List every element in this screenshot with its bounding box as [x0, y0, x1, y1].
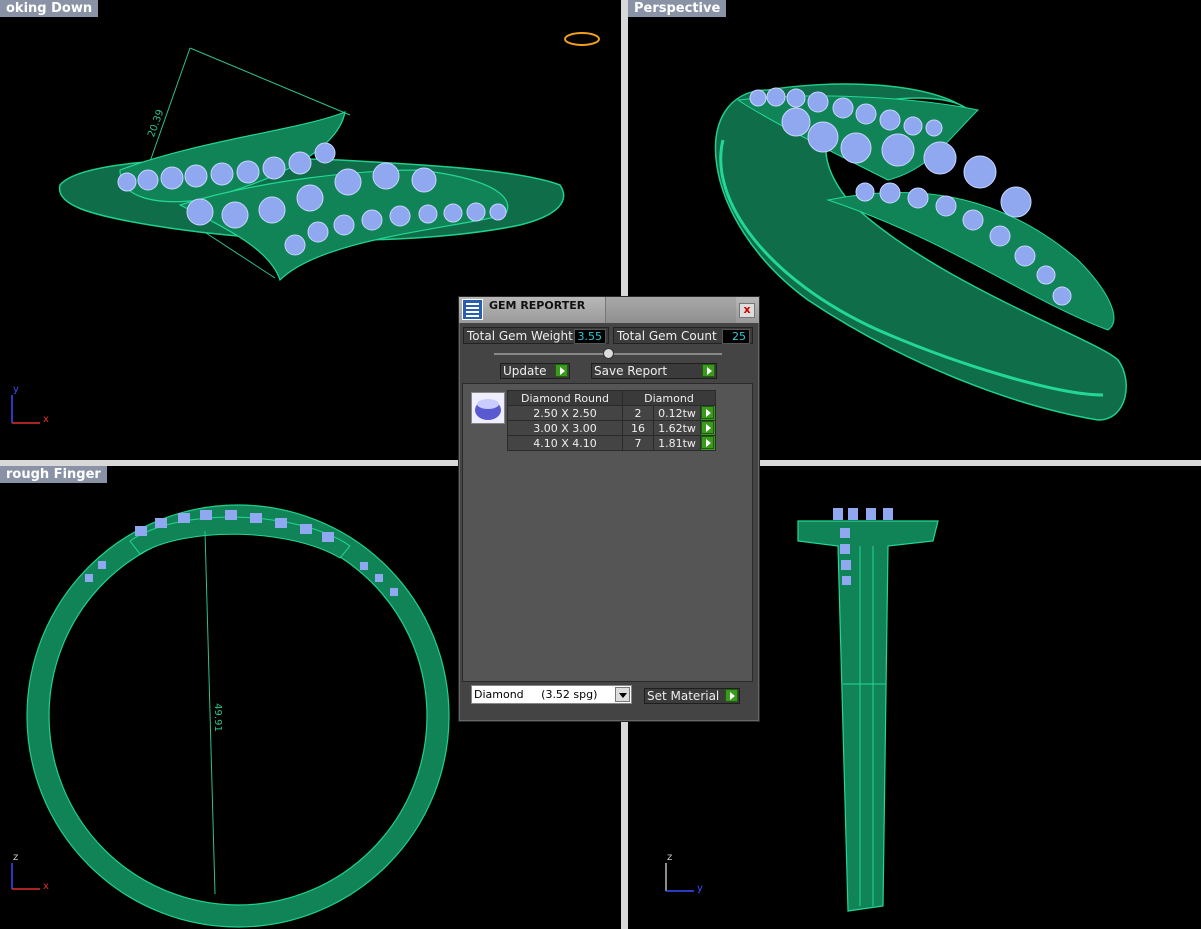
update-label: Update [503, 364, 547, 378]
slider-handle[interactable] [603, 348, 614, 359]
arrow-right-icon [701, 436, 714, 449]
gem-count: 16 [622, 420, 654, 436]
dropdown-icon[interactable] [615, 687, 630, 702]
total-gem-count-field: Total Gem Count 25 [613, 327, 753, 344]
row-select-button[interactable] [700, 420, 716, 436]
gem-count: 2 [622, 405, 654, 421]
table-row[interactable]: 3.00 X 3.00 16 1.62tw [507, 420, 716, 436]
table-row[interactable]: 2.50 X 2.50 2 0.12tw [507, 405, 716, 421]
gem-reporter-window: GEM REPORTER x Total Gem Weight 3.55 Tot… [458, 296, 760, 722]
close-icon[interactable]: x [739, 303, 755, 318]
arrow-right-icon [702, 364, 715, 377]
set-material-button[interactable]: Set Material [644, 688, 740, 704]
gem-weight: 1.62tw [653, 420, 701, 436]
gem-size: 4.10 X 4.10 [507, 435, 623, 451]
gem-table: Diamond Round Diamond 2.50 X 2.50 2 0.12… [507, 390, 716, 451]
total-gem-count-value: 25 [722, 329, 750, 344]
material-select[interactable]: Diamond (3.52 spg) [471, 685, 632, 704]
total-gem-count-label: Total Gem Count [617, 329, 717, 343]
axis-label-h: x [43, 881, 49, 892]
axis-label-v: y [13, 384, 19, 395]
material-select-value: Diamond (3.52 spg) [474, 688, 598, 701]
axis-label-h: y [697, 883, 703, 894]
gem-size: 3.00 X 3.00 [507, 420, 623, 436]
gem-reporter-icon [462, 299, 483, 320]
title-tab [605, 297, 736, 323]
arrow-right-icon [701, 406, 714, 419]
total-gem-weight-label: Total Gem Weight [467, 329, 573, 343]
arrow-right-icon [701, 421, 714, 434]
update-button[interactable]: Update [500, 363, 570, 379]
table-header-row: Diamond Round Diamond [507, 390, 716, 406]
gem-reporter-title: GEM REPORTER [489, 299, 586, 312]
gem-size: 2.50 X 2.50 [507, 405, 623, 421]
gem-reporter-titlebar[interactable]: GEM REPORTER x [459, 297, 759, 323]
set-material-label: Set Material [647, 689, 720, 703]
table-row[interactable]: 4.10 X 4.10 7 1.81tw [507, 435, 716, 451]
axis-label-v: z [13, 852, 19, 863]
gem-weight: 0.12tw [653, 405, 701, 421]
total-gem-weight-field: Total Gem Weight 3.55 [463, 327, 609, 344]
axis-label-v: z [667, 852, 673, 863]
gem-list-panel: Diamond Round Diamond 2.50 X 2.50 2 0.12… [462, 383, 753, 682]
arrow-right-icon [555, 364, 568, 377]
header-diamond: Diamond [622, 390, 716, 406]
row-select-button[interactable] [700, 405, 716, 421]
dimension-label: 49.91 [211, 703, 223, 732]
save-report-button[interactable]: Save Report [591, 363, 717, 379]
gem-weight: 1.81tw [653, 435, 701, 451]
arrow-right-icon [725, 689, 738, 702]
row-select-button[interactable] [700, 435, 716, 451]
viewport-label[interactable]: rough Finger [0, 466, 107, 483]
gumball-icon [564, 32, 600, 46]
viewport-label[interactable]: Perspective [628, 0, 727, 17]
axis-label-h: x [43, 414, 49, 425]
gem-count: 7 [622, 435, 654, 451]
save-report-label: Save Report [594, 364, 668, 378]
header-diamond-round: Diamond Round [507, 390, 623, 406]
gem-thumbnail-icon[interactable] [471, 392, 505, 424]
viewport-label[interactable]: oking Down [0, 0, 99, 17]
total-gem-weight-value: 3.55 [573, 329, 606, 344]
